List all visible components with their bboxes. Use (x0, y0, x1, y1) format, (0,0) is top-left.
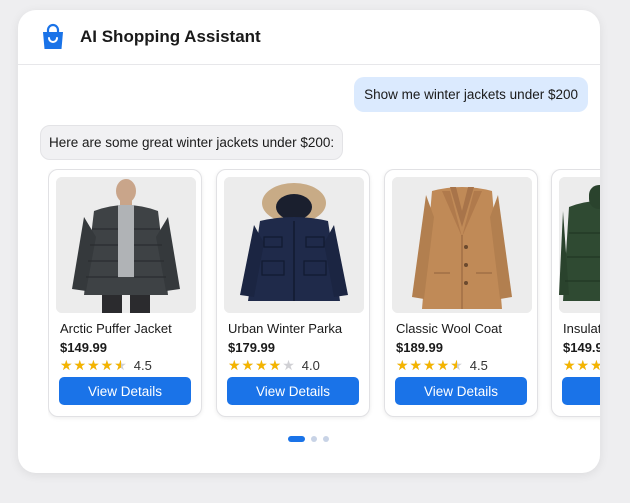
parka-image (224, 177, 364, 313)
carousel-dot[interactable] (311, 436, 317, 442)
product-card[interactable]: Arctic Puffer Jacket $149.99 ★★★★★★★★★★ … (48, 169, 202, 417)
product-price: $189.99 (396, 340, 443, 355)
product-price: $179.99 (228, 340, 275, 355)
product-image (392, 177, 532, 313)
product-rating: ★★★★★★★★★★ 4.5 (60, 357, 152, 373)
star-rating-icon: ★★★★★★★★★★ (228, 357, 296, 373)
app-title: AI Shopping Assistant (80, 27, 261, 46)
insulated-jacket-image (559, 177, 600, 313)
view-details-button[interactable]: V (562, 377, 600, 405)
product-rating: ★★★★★★★★★★ (563, 357, 600, 373)
star-rating-icon: ★★★★★★★★★★ (563, 357, 600, 373)
assistant-message: Here are some great winter jackets under… (40, 125, 344, 160)
puffer-jacket-image (56, 177, 196, 313)
wool-coat-image (392, 177, 532, 313)
view-details-button[interactable]: View Details (227, 377, 359, 405)
carousel-dot[interactable] (323, 436, 329, 442)
product-name[interactable]: Arctic Puffer Jacket (60, 321, 172, 336)
view-details-button[interactable]: View Details (59, 377, 191, 405)
product-name[interactable]: Classic Wool Coat (396, 321, 502, 336)
user-message: Show me winter jackets under $200 (354, 77, 588, 112)
rating-value: 4.5 (469, 357, 488, 373)
product-image (224, 177, 364, 313)
carousel-dot[interactable] (288, 436, 305, 442)
product-carousel[interactable]: Arctic Puffer Jacket $149.99 ★★★★★★★★★★ … (48, 169, 600, 429)
product-rating: ★★★★★★★★★★ 4.0 (228, 357, 320, 373)
product-card[interactable]: Urban Winter Parka $179.99 ★★★★★★★★★★ 4.… (216, 169, 370, 417)
view-details-button[interactable]: View Details (395, 377, 527, 405)
product-card[interactable]: Classic Wool Coat $189.99 ★★★★★★★★★★ 4.5… (384, 169, 538, 417)
product-name[interactable]: Urban Winter Parka (228, 321, 342, 336)
product-card[interactable]: Insulat $149.9 ★★★★★★★★★★ V (551, 169, 600, 417)
header: AI Shopping Assistant (18, 10, 600, 65)
product-price: $149.99 (60, 340, 107, 355)
shopping-bag-icon (43, 23, 63, 49)
product-price: $149.9 (563, 340, 600, 355)
carousel-pagination (288, 436, 335, 442)
product-name[interactable]: Insulat (563, 321, 600, 336)
product-image (56, 177, 196, 313)
star-rating-icon: ★★★★★★★★★★ (60, 357, 128, 373)
product-rating: ★★★★★★★★★★ 4.5 (396, 357, 488, 373)
star-rating-icon: ★★★★★★★★★★ (396, 357, 464, 373)
chat-window: AI Shopping Assistant Show me winter jac… (18, 10, 600, 473)
rating-value: 4.0 (301, 357, 320, 373)
rating-value: 4.5 (133, 357, 152, 373)
product-image (559, 177, 600, 313)
